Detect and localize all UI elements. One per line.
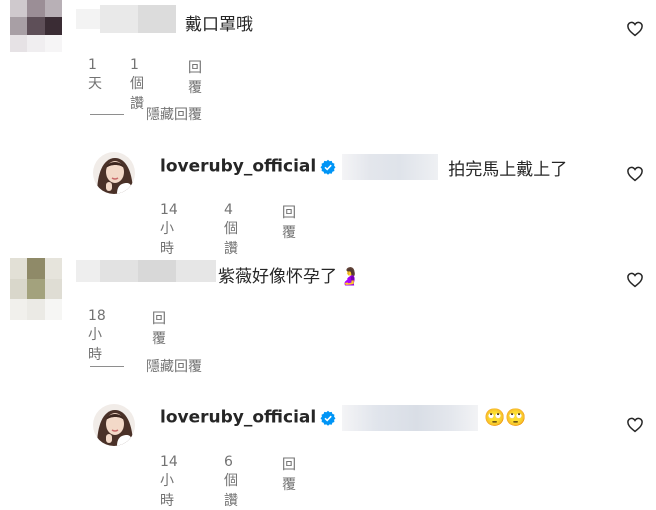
hide-replies-label[interactable]: 隱藏回覆	[146, 356, 202, 376]
verified-badge-icon	[320, 159, 336, 175]
avatar-blurred-commenter-1[interactable]	[10, 0, 62, 52]
heart-outline-icon[interactable]	[626, 271, 644, 289]
comment-age: 1 天	[88, 57, 102, 92]
reply-username[interactable]: loveruby_official	[160, 408, 316, 428]
reply-age: 14小時	[160, 454, 178, 509]
comment-text: 戴口罩哦	[185, 15, 253, 35]
username-redacted[interactable]	[76, 260, 216, 282]
divider-line	[90, 366, 124, 367]
pregnant-emoji: 🤰	[339, 267, 361, 287]
reply-button[interactable]: 回覆	[282, 454, 296, 494]
reply-button[interactable]: 回覆	[188, 57, 202, 97]
reply-button[interactable]: 回覆	[152, 308, 166, 348]
reply-button[interactable]: 回覆	[282, 202, 296, 242]
heart-outline-icon[interactable]	[626, 165, 644, 183]
hide-replies-label[interactable]: 隱藏回覆	[146, 104, 202, 124]
verified-badge-icon	[320, 410, 336, 426]
reply-likes[interactable]: 4個讚	[224, 202, 238, 258]
reply-likes[interactable]: 6個讚	[224, 454, 238, 510]
reply-username[interactable]: loveruby_official	[160, 157, 316, 177]
avatar-loveruby[interactable]	[93, 152, 135, 194]
comment-text: 紫薇好像怀孕了	[218, 267, 337, 287]
heart-outline-icon[interactable]	[626, 416, 644, 434]
heart-outline-icon[interactable]	[626, 20, 644, 38]
hide-replies-toggle[interactable]: 隱藏回覆	[90, 104, 230, 124]
reply-text: 拍完馬上戴上了	[448, 159, 568, 180]
divider-line	[90, 114, 124, 115]
mention-redacted[interactable]	[342, 405, 479, 431]
avatar-loveruby[interactable]	[93, 404, 135, 446]
avatar-blurred-commenter-2[interactable]	[10, 258, 62, 320]
eye-roll-emoji: 🙄🙄	[484, 408, 527, 428]
hide-replies-toggle[interactable]: 隱藏回覆	[90, 356, 230, 376]
mention-redacted[interactable]	[342, 154, 439, 180]
username-redacted[interactable]	[76, 5, 176, 33]
reply-age: 14小時	[160, 202, 178, 257]
